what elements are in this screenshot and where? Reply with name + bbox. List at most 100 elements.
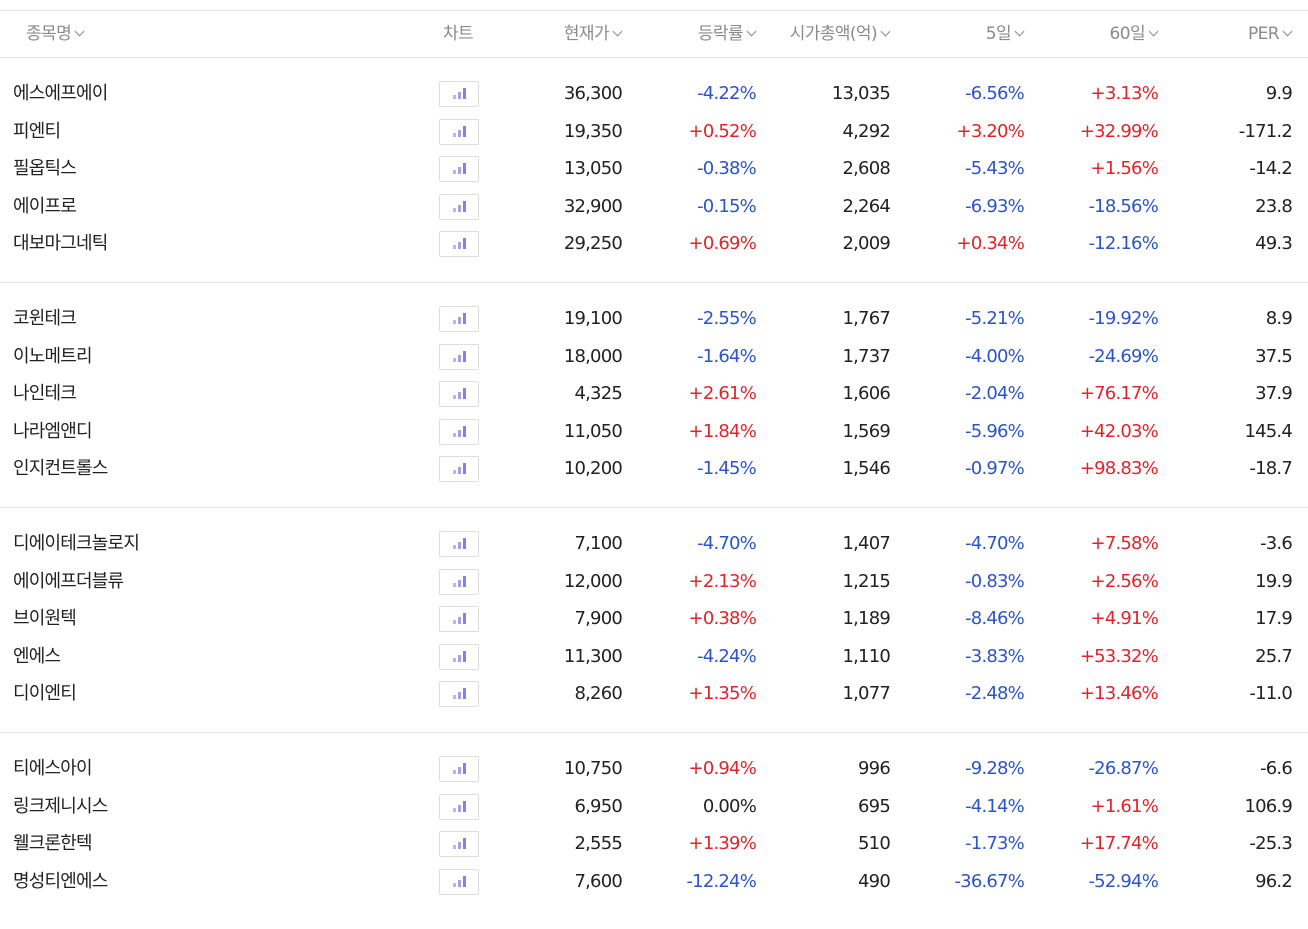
change-cell: +0.52%	[688, 120, 757, 142]
stock-name-link[interactable]: 피엔티	[13, 113, 61, 151]
change-cell: -1.45%	[697, 458, 757, 480]
stock-name-link[interactable]: 필옵틱스	[13, 150, 77, 188]
chart-button[interactable]	[439, 381, 479, 408]
stock-name-link[interactable]: 인지컨트롤스	[13, 450, 108, 488]
price-cell: 19,100	[563, 308, 623, 329]
per-cell: 106.9	[1244, 795, 1292, 817]
change-cell: -12.24%	[686, 870, 756, 892]
chart-button[interactable]	[439, 306, 479, 332]
five-day-cell: -4.14%	[965, 795, 1025, 817]
per-cell: -18.7	[1249, 458, 1292, 480]
chart-button[interactable]	[439, 343, 479, 370]
chart-button[interactable]	[439, 868, 479, 895]
table-row[interactable]: 브이원텍 7,900 +0.38% 1,189 -8.46% +4.91% 17.9	[0, 600, 1308, 638]
table-row[interactable]: 디에이테크놀로지 7,100 -4.70% 1,407 -4.70% +7.58% -3.6	[0, 525, 1308, 563]
five-day-cell: -5.43%	[965, 158, 1025, 180]
price-cell: 19,350	[563, 120, 623, 142]
stock-group: 코윈테크 19,100 -2.55% 1,767 -5.21% -19.92% 8.9 이노메…	[0, 283, 1308, 508]
chart-button[interactable]	[439, 456, 479, 483]
five-day-cell: -9.28%	[965, 758, 1025, 779]
table-row[interactable]: 명성티엔에스 7,600 -12.24% 490 -36.67% -52.94% 96.2	[0, 863, 1308, 901]
stock-name-link[interactable]: 디에이테크놀로지	[13, 525, 140, 563]
table-row[interactable]: 나인테크 4,325 +2.61% 1,606 -2.04% +76.17% 37.9	[0, 375, 1308, 413]
market-cap-cell: 695	[858, 795, 891, 817]
chart-button[interactable]	[439, 643, 479, 670]
chart-button[interactable]	[439, 606, 479, 633]
sixty-day-cell: +17.74%	[1079, 833, 1159, 855]
stock-name-link[interactable]: 링크제니시스	[13, 788, 108, 826]
five-day-cell: -5.96%	[965, 420, 1025, 442]
chart-button[interactable]	[439, 156, 479, 183]
chart-header: 차트	[443, 11, 474, 58]
table-row[interactable]: 이노메트리 18,000 -1.64% 1,737 -4.00% -24.69% 37.5	[0, 338, 1308, 376]
bar-chart-icon	[453, 463, 467, 475]
chart-button[interactable]	[439, 231, 479, 258]
header-label: 등락률	[697, 24, 744, 44]
stock-name-link[interactable]: 에이프로	[13, 188, 77, 226]
stock-name-link[interactable]: 에스에프에이	[13, 75, 108, 113]
market-cap-cell: 1,189	[842, 608, 890, 630]
table-row[interactable]: 필옵틱스 13,050 -0.38% 2,608 -5.43% +1.56% -14.2	[0, 150, 1308, 188]
market-cap-cell: 2,009	[842, 233, 890, 255]
table-row[interactable]: 에이에프더블류 12,000 +2.13% 1,215 -0.83% +2.56% 19.9	[0, 563, 1308, 601]
table-row[interactable]: 나라엠앤디 11,050 +1.84% 1,569 -5.96% +42.03% 145.4	[0, 413, 1308, 451]
stock-name-link[interactable]: 티에스아이	[13, 750, 93, 788]
five-day-cell: -36.67%	[954, 870, 1024, 892]
table-row[interactable]: 에스에프에이 36,300 -4.22% 13,035 -6.56% +3.13% 9.9	[0, 75, 1308, 113]
market-cap-cell: 1,077	[842, 683, 890, 705]
stock-name-link[interactable]: 디이엔티	[13, 675, 77, 713]
table-row[interactable]: 엔에스 11,300 -4.24% 1,110 -3.83% +53.32% 25.7	[0, 638, 1308, 676]
stock-name-link[interactable]: 대보마그네틱	[13, 225, 108, 263]
stock-name-link[interactable]: 이노메트리	[13, 338, 93, 376]
table-row[interactable]: 코윈테크 19,100 -2.55% 1,767 -5.21% -19.92% 8.9	[0, 300, 1308, 338]
table-row[interactable]: 피엔티 19,350 +0.52% 4,292 +3.20% +32.99% -171.2	[0, 113, 1308, 151]
price-cell: 18,000	[563, 345, 623, 367]
table-row[interactable]: 티에스아이 10,750 +0.94% 996 -9.28% -26.87% -6.6	[0, 750, 1308, 788]
chart-button[interactable]	[439, 531, 479, 557]
table-row[interactable]: 에이프로 32,900 -0.15% 2,264 -6.93% -18.56% 23.8	[0, 188, 1308, 226]
stock-name-link[interactable]: 명성티엔에스	[13, 863, 108, 901]
price-cell: 4,325	[574, 383, 622, 405]
stock-name-link[interactable]: 웰크론한텍	[13, 825, 93, 863]
sort-change-header[interactable]: 등락률	[697, 11, 757, 58]
sort-5day-header[interactable]: 5일	[986, 11, 1025, 58]
market-cap-cell: 1,215	[842, 570, 890, 592]
table-row[interactable]: 링크제니시스 6,950 0.00% 695 -4.14% +1.61% 106.9	[0, 788, 1308, 826]
market-cap-cell: 510	[858, 833, 891, 855]
per-cell: -3.6	[1260, 533, 1293, 554]
table-row[interactable]: 인지컨트롤스 10,200 -1.45% 1,546 -0.97% +98.83% -18.…	[0, 450, 1308, 488]
stock-name-link[interactable]: 나라엠앤디	[13, 413, 93, 451]
chart-button[interactable]	[439, 681, 479, 708]
price-cell: 7,900	[574, 608, 622, 630]
stock-name-link[interactable]: 엔에스	[13, 638, 61, 676]
table-header: 종목명 차트 현재가 등락률 시가총액(억) 5일 60일 PER	[0, 10, 1308, 58]
stock-name-link[interactable]: 코윈테크	[13, 300, 77, 338]
stock-name-link[interactable]: 에이에프더블류	[13, 563, 124, 601]
sort-per-header[interactable]: PER	[1248, 11, 1293, 58]
chart-button[interactable]	[439, 568, 479, 595]
sixty-day-cell: +98.83%	[1079, 458, 1159, 480]
sort-market-cap-header[interactable]: 시가총액(억)	[790, 11, 891, 58]
table-row[interactable]: 대보마그네틱 29,250 +0.69% 2,009 +0.34% -12.16% 49.3	[0, 225, 1308, 263]
chart-button[interactable]	[439, 756, 479, 782]
price-cell: 6,950	[574, 795, 622, 817]
table-row[interactable]: 웰크론한텍 2,555 +1.39% 510 -1.73% +17.74% -25.3	[0, 825, 1308, 863]
bar-chart-icon	[453, 538, 467, 549]
sort-name-header[interactable]: 종목명	[26, 11, 85, 58]
chart-button[interactable]	[439, 193, 479, 220]
market-cap-cell: 1,407	[842, 533, 890, 554]
header-label: 60일	[1109, 24, 1146, 44]
chart-button[interactable]	[439, 418, 479, 445]
chart-button[interactable]	[439, 81, 479, 107]
chart-button[interactable]	[439, 831, 479, 858]
sort-60day-header[interactable]: 60일	[1109, 11, 1159, 58]
table-row[interactable]: 디이엔티 8,260 +1.35% 1,077 -2.48% +13.46% -11.0	[0, 675, 1308, 713]
bar-chart-icon	[453, 575, 467, 587]
stock-name-link[interactable]: 나인테크	[13, 375, 77, 413]
chart-button[interactable]	[439, 118, 479, 145]
sixty-day-cell: -19.92%	[1088, 308, 1158, 329]
stock-name-link[interactable]: 브이원텍	[13, 600, 77, 638]
chart-button[interactable]	[439, 793, 479, 820]
change-cell: -2.55%	[697, 308, 757, 329]
sort-price-header[interactable]: 현재가	[564, 11, 623, 58]
